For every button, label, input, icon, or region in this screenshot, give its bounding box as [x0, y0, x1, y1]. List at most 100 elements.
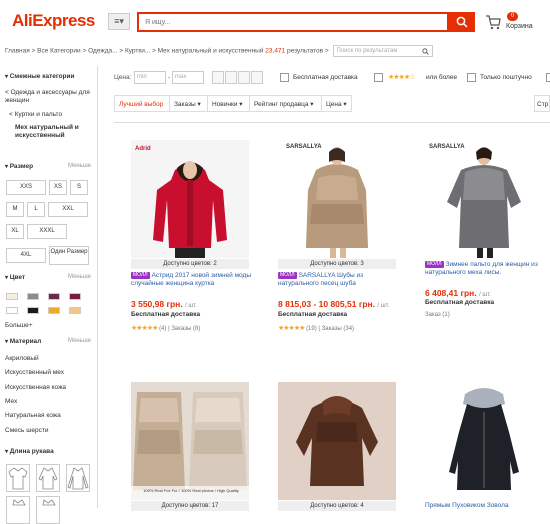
color-swatch[interactable] [69, 293, 81, 300]
wholesale-checkbox[interactable] [467, 73, 476, 82]
breadcrumb-clothing[interactable]: Одежда... [88, 48, 117, 55]
size-option[interactable]: M [6, 202, 24, 217]
material-option[interactable]: Искусственная кожа [5, 384, 66, 392]
sleeve-section-title[interactable]: Длина рукава [5, 448, 54, 455]
related-sub-link[interactable]: < Куртки и пальто [9, 111, 62, 119]
sleeve-option[interactable] [66, 464, 90, 492]
search-within-results-input[interactable]: Поиск по результатам [332, 45, 433, 57]
cart-label[interactable]: Корзина [506, 23, 533, 30]
aliexpress-logo[interactable]: AliExpress [12, 11, 95, 31]
color-swatch[interactable] [27, 307, 39, 314]
product-title[interactable]: МОЛЛ SARSALLYA Шубы из натурального песец… [278, 272, 400, 288]
available-colors: Доступно цветов: 17 [131, 501, 249, 511]
color-more-link[interactable]: Больше+ [5, 322, 33, 330]
rating-checkbox[interactable] [374, 73, 383, 82]
product-image[interactable] [425, 140, 543, 258]
color-swatch[interactable] [27, 293, 39, 300]
sort-best-match[interactable]: Лучший выбор [114, 95, 170, 112]
sort-price[interactable]: Цена ▾ [322, 95, 352, 112]
color-swatch[interactable] [69, 307, 81, 314]
product-image[interactable] [278, 140, 396, 258]
size-option[interactable]: XXL [48, 202, 88, 217]
size-option[interactable]: XXXL [27, 224, 67, 239]
material-option[interactable]: Смесь шерсти [5, 427, 49, 435]
sleeve-shape-icon [38, 467, 58, 490]
review-count[interactable]: (4) [159, 326, 166, 332]
sleeve-shape-icon [42, 499, 56, 506]
size-option[interactable]: L [27, 202, 45, 217]
size-option[interactable]: S [70, 180, 88, 195]
mall-badge: МОЛЛ [425, 261, 444, 268]
material-option[interactable]: Натуральная кожа [5, 412, 61, 420]
wholesale-label[interactable]: Только поштучно [480, 74, 532, 81]
size-section-title[interactable]: Размер [5, 163, 33, 170]
search-input[interactable] [139, 14, 447, 30]
search-button[interactable] [449, 12, 475, 32]
order-count[interactable]: Заказ (1) [425, 312, 450, 318]
price-label: Цена: [114, 74, 132, 81]
product-title[interactable]: МОЛЛ Зимнее пальто для женщин из натураль… [425, 261, 547, 277]
price-unit: / шт. [185, 303, 197, 309]
search-icon [456, 16, 468, 28]
color-section-title[interactable]: Цвет [5, 274, 25, 281]
material-less-link[interactable]: Меньше [68, 338, 91, 344]
sleeve-option[interactable] [6, 464, 30, 492]
ship-to-select[interactable]: Стр [534, 95, 550, 112]
result-count: 23,471 [265, 47, 286, 55]
size-option[interactable]: XXS [6, 180, 46, 195]
product-image[interactable] [425, 382, 543, 500]
or-more-label[interactable]: или более [426, 74, 457, 81]
sort-orders[interactable]: Заказы ▾ [170, 95, 208, 112]
product-image[interactable] [278, 382, 396, 500]
cart-icon[interactable] [485, 14, 501, 30]
brand-logo: SARSALLYA [429, 144, 465, 150]
color-swatch[interactable] [48, 307, 60, 314]
extra-checkbox[interactable] [546, 73, 550, 82]
material-section-title[interactable]: Материал [5, 338, 42, 345]
material-option[interactable]: Мех [5, 398, 17, 406]
product-image[interactable] [131, 140, 249, 258]
order-count[interactable]: Заказы (8) [171, 326, 200, 332]
product-title[interactable]: МОЛЛ Астрид 2017 новой зимней моды случай… [131, 272, 253, 288]
material-option[interactable]: Искусственный мех [5, 369, 64, 377]
color-swatch[interactable] [48, 293, 60, 300]
sleeve-option[interactable] [6, 496, 30, 524]
sleeve-shape-icon [8, 467, 28, 490]
search-within-placeholder: Поиск по результатам [336, 48, 398, 54]
order-count[interactable]: Заказы (34) [322, 326, 354, 332]
sort-seller-rating[interactable]: Рейтинг продавца ▾ [250, 95, 322, 112]
size-option[interactable]: XS [49, 180, 67, 195]
breadcrumb-all-categories[interactable]: Все Категории [37, 48, 81, 55]
free-shipping-label: Бесплатная доставка [131, 311, 201, 318]
material-option[interactable]: Акриловый [5, 355, 39, 363]
related-categories-title[interactable]: Смежные категории [5, 73, 75, 80]
view-toggle[interactable] [212, 71, 224, 84]
free-shipping-label[interactable]: Бесплатная доставка [293, 74, 358, 81]
view-toggle[interactable] [238, 71, 250, 84]
review-count[interactable]: (19) [306, 326, 317, 332]
cart-count-badge: 0 [507, 12, 518, 21]
size-option[interactable]: XL [6, 224, 24, 239]
color-less-link[interactable]: Меньше [68, 274, 91, 280]
price-min-input[interactable]: min [134, 71, 166, 84]
breadcrumb-home[interactable]: Главная [5, 48, 30, 55]
view-toggle[interactable] [251, 71, 263, 84]
sleeve-option[interactable] [36, 464, 60, 492]
product-title[interactable]: Прямым Пуховиком Зовола [425, 502, 547, 510]
sleeve-option[interactable] [36, 496, 60, 524]
size-option[interactable]: Один Размер [49, 246, 89, 265]
color-swatch[interactable] [6, 307, 18, 314]
sort-newest[interactable]: Новинки ▾ [208, 95, 250, 112]
search-icon [421, 48, 429, 55]
view-toggle[interactable] [225, 71, 237, 84]
size-option[interactable]: 4XL [6, 248, 46, 263]
free-shipping-checkbox[interactable] [280, 73, 289, 82]
size-less-link[interactable]: Меньше [68, 163, 91, 169]
related-parent-link[interactable]: < Одежда и аксессуары для женщин [5, 89, 95, 105]
breadcrumb-jackets[interactable]: Куртки... [125, 48, 150, 55]
price-max-input[interactable]: max [172, 71, 204, 84]
free-shipping-label: Бесплатная доставка [425, 299, 495, 306]
category-menu-button[interactable]: ≡▾ [108, 13, 130, 30]
color-swatch[interactable] [6, 293, 18, 300]
product-image[interactable] [131, 382, 249, 500]
